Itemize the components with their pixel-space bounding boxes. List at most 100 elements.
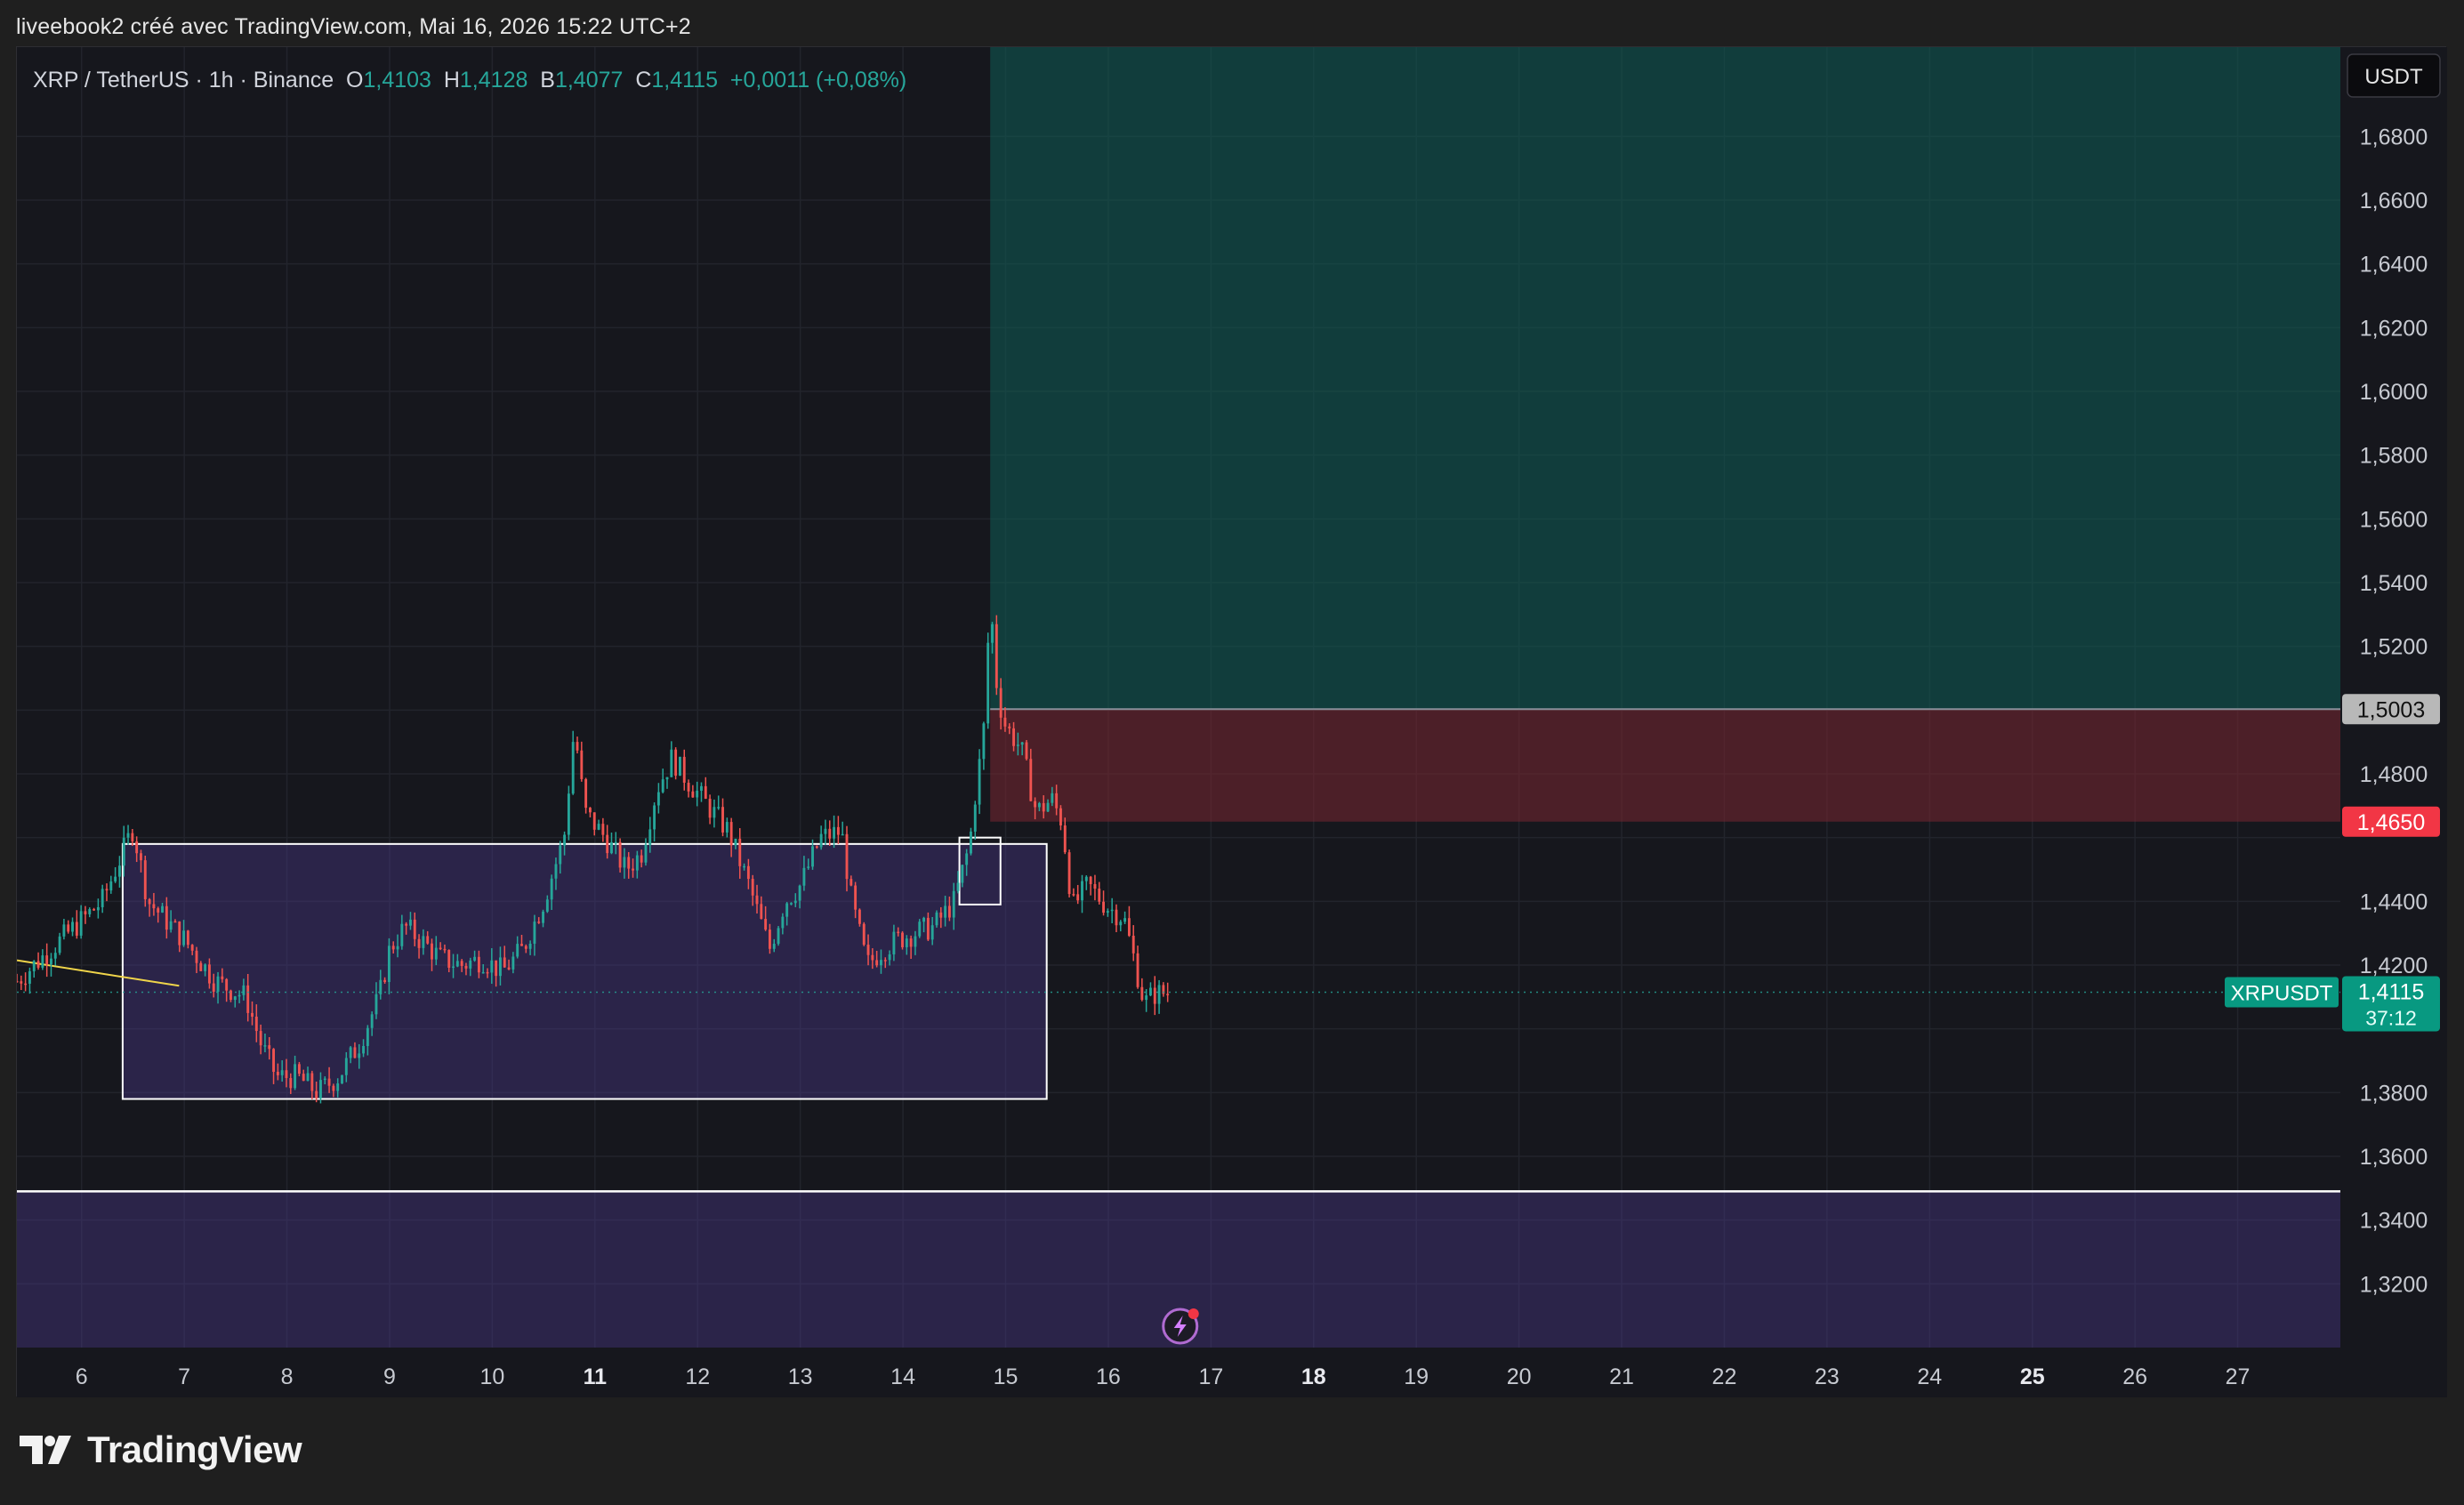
time-axis-tick: 18 (1301, 1364, 1326, 1389)
candle-body (781, 916, 785, 929)
candle-body (157, 908, 160, 913)
price-axis-tick: 1,4400 (2360, 889, 2428, 914)
candle-body (721, 807, 724, 833)
candle-body (746, 865, 750, 880)
candle-body (93, 909, 96, 911)
stop-price-label: 1,4650 (2357, 810, 2425, 835)
time-axis-tick: 20 (1507, 1364, 1532, 1389)
candle-body (1166, 994, 1170, 995)
candle-body (207, 964, 211, 984)
price-chart[interactable]: 1,6800 1,6600 1,6400 1,6200 1,6000 1,5800 1,56… (17, 47, 2447, 1397)
candle-body (1042, 802, 1045, 812)
candle-body (405, 923, 408, 926)
tradingview-logo-icon (20, 1436, 71, 1464)
price-axis-tick: 1,6800 (2360, 125, 2428, 149)
time-axis-tick: 6 (76, 1364, 88, 1389)
candle-body (400, 923, 404, 946)
candle-body (965, 853, 969, 865)
price-axis-tick: 1,4200 (2360, 954, 2428, 978)
candle-body (263, 1045, 267, 1047)
legend-high-label: H (444, 68, 460, 93)
candle-body (88, 909, 92, 914)
candle-body (499, 957, 502, 977)
candle-body (464, 965, 468, 969)
chart-caption: liveebook2 créé avec TradingView.com, Ma… (16, 14, 691, 39)
candle-body (850, 879, 853, 886)
candle-body (790, 903, 793, 905)
price-axis-tick: 1,3200 (2360, 1272, 2428, 1297)
candle-body (1110, 909, 1114, 912)
candle-body (1115, 909, 1118, 926)
time-axis-tick: 9 (383, 1364, 396, 1389)
candle-body (1037, 802, 1041, 808)
candle-body (777, 928, 780, 945)
candle-body (1003, 717, 1007, 727)
candle-body (481, 971, 485, 974)
candle-body (764, 919, 768, 930)
candle-body (242, 985, 246, 995)
candle-body (1127, 918, 1131, 936)
time-axis-tick: 21 (1609, 1364, 1634, 1389)
candle-body (413, 919, 416, 939)
candle-body (254, 1016, 258, 1032)
candle-body (918, 922, 922, 937)
candle-body (665, 777, 669, 780)
candle-body (327, 1078, 331, 1086)
time-axis[interactable] (17, 1348, 2340, 1397)
candle-body (306, 1073, 310, 1082)
candle-body (880, 960, 882, 966)
candle-body (358, 1053, 361, 1058)
candle-body (892, 931, 896, 954)
tradingview-logo[interactable]: TradingView (20, 1429, 302, 1471)
time-axis-tick: 26 (2122, 1364, 2147, 1389)
candle-body (1051, 793, 1054, 803)
candle-body (751, 879, 754, 896)
candle-body (246, 985, 250, 1013)
price-axis-tick: 1,5800 (2360, 444, 2428, 469)
candle-body (71, 922, 74, 932)
candle-body (584, 778, 588, 809)
position-profit-zone[interactable] (990, 47, 2340, 710)
candle-body (524, 946, 527, 949)
candle-body (528, 943, 532, 949)
candle-body (862, 923, 866, 946)
candle-body (563, 834, 567, 846)
candle-body (610, 841, 613, 854)
candle-body (1145, 995, 1148, 1001)
candle-body (67, 924, 70, 932)
candle-body (1153, 987, 1156, 1004)
candle-body (426, 936, 430, 944)
candle-body (251, 1012, 254, 1017)
candle-body (717, 807, 721, 809)
zone-range[interactable] (121, 842, 1048, 1100)
candle-body (387, 946, 391, 983)
candle-body (939, 912, 943, 918)
candle-body (713, 807, 716, 818)
candle-body (32, 961, 36, 971)
candle-body (53, 953, 57, 959)
candle-body (268, 1045, 271, 1050)
candle-body (323, 1078, 326, 1081)
candle-body (597, 824, 600, 830)
candle-body (674, 749, 678, 777)
candle-body (922, 917, 926, 922)
candle-body (114, 876, 117, 881)
candle-body (811, 846, 814, 867)
candle-body (1102, 901, 1105, 913)
time-axis-tick: 22 (1712, 1364, 1737, 1389)
candle-body (696, 790, 699, 798)
candle-body (833, 826, 836, 839)
candle-body (858, 909, 861, 924)
candle-body (571, 742, 575, 794)
last-price-label: 1,4115 (2358, 979, 2425, 1004)
candle-body (1089, 876, 1092, 884)
time-axis-tick: 19 (1404, 1364, 1429, 1389)
position-stop-zone[interactable] (990, 709, 2340, 822)
price-axis-tick: 1,5200 (2360, 635, 2428, 660)
chart-frame[interactable]: 1,6800 1,6600 1,6400 1,6200 1,6000 1,5800 1,56… (16, 46, 2447, 1397)
candle-body (545, 899, 549, 912)
candle-body (961, 865, 964, 883)
candle-body (259, 1031, 262, 1046)
legend-low-label: B (540, 68, 555, 93)
candle-body (743, 865, 746, 868)
